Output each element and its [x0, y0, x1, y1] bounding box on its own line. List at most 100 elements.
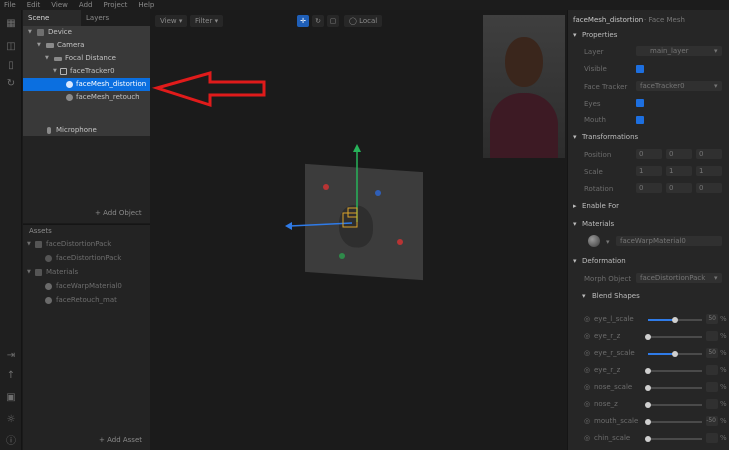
chevron-down-icon[interactable]: ▾: [573, 220, 577, 228]
chevron-down-icon[interactable]: ▼: [53, 65, 57, 78]
blend-shape-value[interactable]: [706, 399, 718, 409]
material-dropdown[interactable]: faceWarpMaterial0: [616, 236, 722, 246]
chevron-down-icon[interactable]: ▼: [37, 39, 41, 52]
tab-scene[interactable]: Scene: [23, 10, 81, 26]
eyes-checkbox[interactable]: [636, 99, 644, 107]
scene-viewport[interactable]: View ▾ Filter ▾ ✛ ↻ ▢ ◯ Local: [150, 10, 567, 450]
chevron-down-icon[interactable]: ▾: [606, 238, 610, 246]
blend-shape-value[interactable]: [706, 433, 718, 443]
upload-icon[interactable]: ↑: [4, 368, 18, 382]
slider-handle[interactable]: [645, 419, 651, 425]
blend-shape-value[interactable]: -50: [706, 416, 718, 426]
chevron-down-icon: ▾: [714, 82, 718, 90]
asset-item[interactable]: ▼ faceDistortionPack: [23, 238, 150, 251]
menu-project[interactable]: Project: [103, 0, 127, 10]
menu-add[interactable]: Add: [79, 0, 93, 10]
blend-shape-slider[interactable]: [645, 419, 702, 425]
chevron-right-icon[interactable]: ▸: [573, 202, 577, 210]
transformations-header[interactable]: Transformations: [582, 133, 638, 141]
scale-x-field[interactable]: 1: [636, 166, 662, 176]
tree-item-facetracker[interactable]: ▼ faceTracker0: [23, 65, 150, 78]
slider-handle[interactable]: [645, 402, 651, 408]
tree-item-facemesh-retouch[interactable]: faceMesh_retouch: [23, 91, 150, 104]
enable-for-header[interactable]: Enable For: [582, 202, 619, 210]
blend-shape-slider[interactable]: [645, 402, 702, 408]
keyframe-icon[interactable]: ◎: [584, 400, 590, 408]
morph-object-dropdown[interactable]: faceDistortionPack ▾: [636, 273, 722, 283]
tree-item-camera[interactable]: ▼ Camera: [23, 39, 150, 52]
tree-item-device[interactable]: ▼ Device: [23, 26, 150, 39]
materials-header[interactable]: Materials: [582, 220, 614, 228]
keyframe-icon[interactable]: ◎: [584, 366, 590, 374]
blend-shape-slider[interactable]: [645, 385, 702, 391]
menu-view[interactable]: View: [51, 0, 68, 10]
chevron-down-icon[interactable]: ▾: [573, 257, 577, 265]
blend-shape-slider[interactable]: [648, 351, 702, 357]
blend-shape-value[interactable]: 50: [706, 348, 718, 358]
blend-shape-slider[interactable]: [648, 317, 702, 323]
slider-handle[interactable]: [645, 385, 651, 391]
keyframe-icon[interactable]: ◎: [584, 417, 590, 425]
keyframe-icon[interactable]: ◎: [584, 383, 590, 391]
keyframe-icon[interactable]: ◎: [584, 349, 590, 357]
blend-shape-value[interactable]: 50: [706, 314, 718, 324]
blend-shape-slider[interactable]: [645, 368, 702, 374]
deformation-header[interactable]: Deformation: [582, 257, 626, 265]
layout-icon[interactable]: ▦: [4, 16, 18, 30]
blend-shape-value[interactable]: [706, 365, 718, 375]
chevron-down-icon[interactable]: ▼: [27, 266, 31, 279]
exit-icon[interactable]: ⇥: [4, 348, 18, 362]
tab-layers[interactable]: Layers: [81, 10, 114, 26]
position-x-field[interactable]: 0: [636, 149, 662, 159]
keyframe-icon[interactable]: ◎: [584, 332, 590, 340]
camera-icon[interactable]: ◫: [4, 39, 18, 53]
slider-handle[interactable]: [645, 334, 651, 340]
layer-dropdown[interactable]: main_layer ▾: [636, 46, 722, 56]
tree-item-microphone[interactable]: Microphone: [23, 124, 150, 137]
help-icon[interactable]: ⓘ: [4, 432, 18, 447]
chevron-down-icon[interactable]: ▼: [28, 26, 32, 39]
keyframe-icon[interactable]: ◎: [584, 315, 590, 323]
asset-item[interactable]: faceDistortionPack: [23, 252, 150, 265]
menu-file[interactable]: File: [4, 0, 16, 10]
slider-handle[interactable]: [645, 436, 651, 442]
tree-item-focal-distance[interactable]: ▼ Focal Distance: [23, 52, 150, 65]
chevron-down-icon[interactable]: ▾: [573, 31, 577, 39]
tree-item-facemesh-distortion[interactable]: faceMesh_distortion: [23, 78, 150, 91]
mouth-checkbox[interactable]: [636, 116, 644, 124]
menu-help[interactable]: Help: [138, 0, 154, 10]
folder-icon[interactable]: ▣: [4, 390, 18, 404]
chevron-down-icon[interactable]: ▼: [27, 238, 31, 251]
rotation-x-field[interactable]: 0: [636, 183, 662, 193]
blend-shape-slider[interactable]: [645, 334, 702, 340]
chevron-down-icon[interactable]: ▼: [45, 52, 49, 65]
add-object-button[interactable]: + Add Object: [95, 209, 142, 217]
keyframe-icon[interactable]: ◎: [584, 434, 590, 442]
slider-handle[interactable]: [672, 351, 678, 357]
properties-header[interactable]: Properties: [582, 31, 617, 39]
panels-icon[interactable]: ▯: [4, 58, 18, 72]
asset-item[interactable]: faceRetouch_mat: [23, 294, 150, 307]
chevron-down-icon[interactable]: ▾: [573, 133, 577, 141]
blend-shape-value[interactable]: [706, 382, 718, 392]
slider-handle[interactable]: [672, 317, 678, 323]
visible-checkbox[interactable]: [636, 65, 644, 73]
scale-z-field[interactable]: 1: [696, 166, 722, 176]
scale-y-field[interactable]: 1: [666, 166, 692, 176]
menu-edit[interactable]: Edit: [27, 0, 41, 10]
face-tracker-dropdown[interactable]: faceTracker0 ▾: [636, 81, 722, 91]
chevron-down-icon[interactable]: ▾: [582, 292, 586, 300]
history-icon[interactable]: ↻: [4, 76, 18, 90]
blend-shapes-header[interactable]: Blend Shapes: [592, 292, 640, 300]
rotation-y-field[interactable]: 0: [666, 183, 692, 193]
rotation-z-field[interactable]: 0: [696, 183, 722, 193]
asset-item[interactable]: faceWarpMaterial0: [23, 280, 150, 293]
bug-icon[interactable]: ☼: [4, 412, 18, 426]
asset-item[interactable]: ▼ Materials: [23, 266, 150, 279]
blend-shape-value[interactable]: [706, 331, 718, 341]
slider-handle[interactable]: [645, 368, 651, 374]
position-y-field[interactable]: 0: [666, 149, 692, 159]
blend-shape-slider[interactable]: [645, 436, 702, 442]
add-asset-button[interactable]: + Add Asset: [99, 436, 142, 444]
position-z-field[interactable]: 0: [696, 149, 722, 159]
